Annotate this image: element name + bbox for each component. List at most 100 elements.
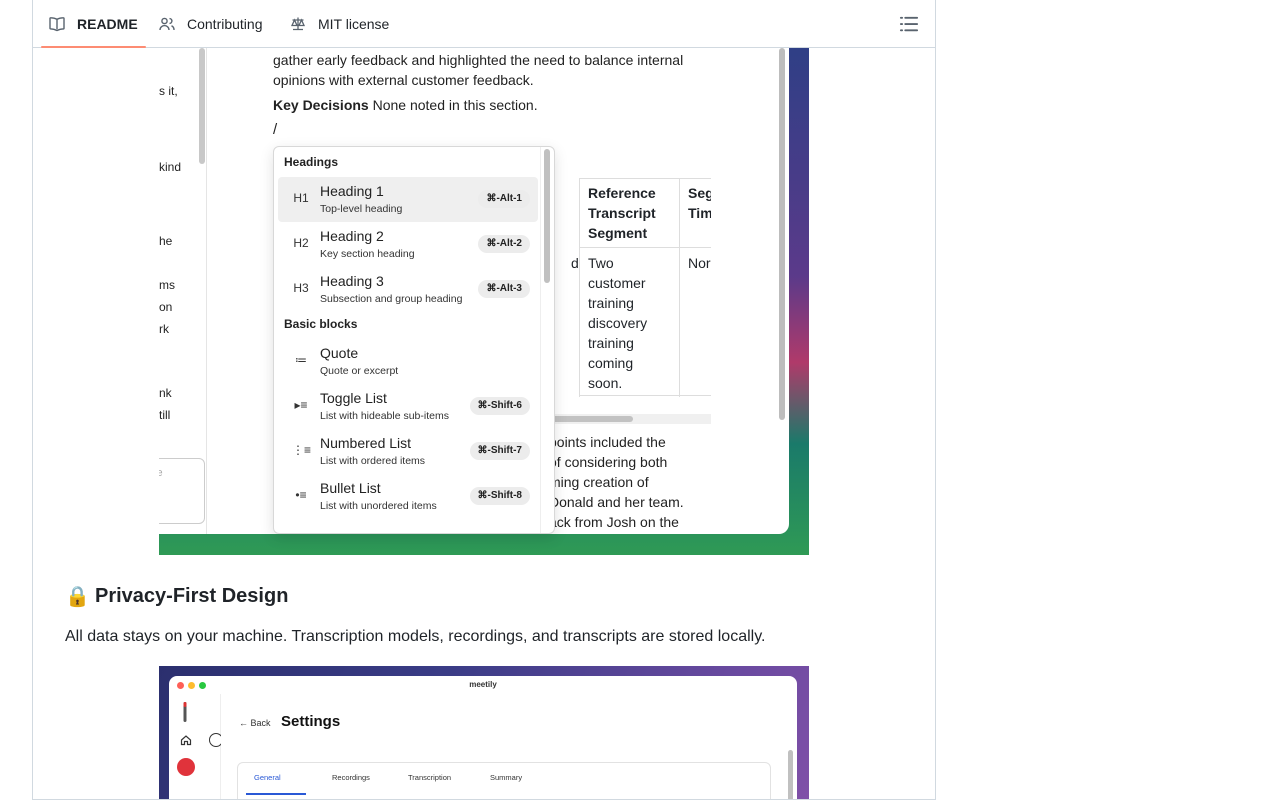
menu-section-headings: Headings	[284, 155, 339, 169]
settings-tabs-panel: General Recordings Transcription Summary	[237, 762, 771, 799]
tab-recordings[interactable]: Recordings	[332, 773, 370, 782]
key-decisions: Key Decisions None noted in this section…	[273, 95, 733, 115]
table-col: Seg Tim Nor	[679, 179, 711, 397]
doc-line: of considering both	[549, 454, 668, 470]
menu-item-heading-1[interactable]: H1 Heading 1 Top-level heading ⌘-Alt-1	[278, 177, 538, 222]
table-cell: d	[571, 255, 579, 271]
law-icon	[290, 17, 306, 30]
menu-item-heading-3[interactable]: H3 Heading 3 Subsection and group headin…	[278, 267, 538, 312]
menu-item-subtitle: Subsection and group heading	[320, 293, 463, 305]
menu-section-basic: Basic blocks	[284, 317, 358, 331]
pen-icon	[183, 702, 187, 722]
menu-item-quote[interactable]: ≔ Quote Quote or excerpt	[278, 339, 538, 384]
menu-item-toggle-list[interactable]: ▸≡ Toggle List List with hideable sub-it…	[278, 384, 538, 429]
doc-line: ack from Josh on the	[549, 514, 679, 530]
menu-item-subtitle: Top-level heading	[320, 203, 403, 215]
chat-fragment: s it,	[159, 84, 178, 98]
readme-tabbar: README Contributing MIT license	[33, 0, 935, 48]
tab-contributing-label: Contributing	[187, 15, 263, 32]
table-header: Seg Tim	[688, 185, 711, 221]
readme-container: README Contributing MIT license s it, ki…	[32, 0, 936, 800]
tab-contributing[interactable]: Contributing	[159, 0, 263, 47]
editor-scrollbar	[779, 48, 785, 420]
active-tab-underline	[246, 793, 306, 795]
table-cell: Nor	[688, 255, 711, 271]
chat-input: le	[159, 458, 205, 524]
privacy-description: All data stays on your machine. Transcri…	[65, 628, 766, 645]
tab-transcription[interactable]: Transcription	[408, 773, 451, 782]
toggle-list-icon: ▸≡	[294, 398, 308, 412]
list-icon[interactable]	[899, 14, 919, 34]
chat-scrollbar	[199, 48, 205, 164]
table-divider	[579, 247, 711, 248]
table-header: Reference Transcript Segment	[588, 185, 656, 241]
slash-command: /	[273, 121, 278, 138]
chat-fragment: on	[159, 300, 173, 314]
menu-item-title: Numbered List	[320, 435, 412, 451]
editor-screenshot: s it, kind he ms on rk nk till le gather…	[159, 48, 809, 555]
menu-scrollbar	[544, 149, 550, 283]
slash-menu: Headings H1 Heading 1 Top-level heading …	[273, 146, 555, 534]
menu-item-bullet-list[interactable]: •≡ Bullet List List with unordered items…	[278, 474, 538, 519]
people-icon	[159, 17, 175, 30]
tab-readme-label: README	[77, 15, 138, 32]
chat-fragment: kind	[159, 160, 182, 174]
key-decisions-label: Key Decisions	[273, 97, 369, 113]
menu-item-heading-2[interactable]: H2 Heading 2 Key section heading ⌘-Alt-2	[278, 222, 538, 267]
doc-line: Donald and her team.	[549, 494, 684, 510]
chat-input-placeholder: le	[159, 467, 163, 479]
settings-scrollbar	[788, 750, 793, 799]
tab-summary[interactable]: Summary	[490, 773, 522, 782]
home-icon	[180, 735, 192, 746]
quote-icon: ≔	[295, 353, 307, 367]
chat-fragment: rk	[159, 322, 169, 336]
numbered-list-icon: ⋮≡	[292, 443, 312, 457]
doc-line: ming creation of	[549, 474, 649, 490]
menu-item-subtitle: List with ordered items	[320, 455, 426, 467]
doc-line: points included the	[549, 434, 666, 450]
settings-screenshot: meetily ← Back Settings General Recordin…	[159, 666, 809, 799]
chat-panel: s it, kind he ms on rk nk till le	[159, 48, 207, 534]
tab-license[interactable]: MIT license	[290, 0, 389, 47]
chat-fragment: he	[159, 234, 173, 248]
tab-readme[interactable]: README	[41, 0, 146, 48]
heading-1-icon: H1	[293, 191, 309, 205]
menu-item-shortcut: ⌘-Shift-6	[469, 397, 530, 415]
editor-window: s it, kind he ms on rk nk till le gather…	[159, 48, 789, 534]
tab-general[interactable]: General	[254, 773, 281, 782]
menu-item-title: Heading 1	[320, 183, 384, 199]
table-col: Reference Transcript Segment Two custome…	[579, 179, 679, 397]
menu-item-title: Heading 2	[320, 228, 384, 244]
doc-paragraph-continued: points included the of considering both …	[549, 432, 709, 532]
heading-2-icon: H2	[293, 236, 309, 250]
microphone-icon	[177, 758, 195, 776]
menu-item-title: Toggle List	[320, 390, 387, 406]
menu-item-shortcut: ⌘-Shift-7	[469, 442, 530, 460]
menu-item-shortcut: ⌘-Alt-1	[478, 190, 530, 208]
table-cell: Two customer training discovery training…	[588, 255, 648, 391]
app-title: meetily	[469, 680, 497, 689]
heading-3-icon: H3	[293, 281, 309, 295]
privacy-heading: 🔒 Privacy-First Design	[65, 584, 288, 609]
settings-main: ← Back Settings General Recordings Trans…	[221, 694, 797, 799]
menu-item-shortcut: ⌘-Alt-2	[478, 235, 530, 253]
doc-paragraph: gather early feedback and highlighted th…	[273, 52, 684, 88]
book-icon	[49, 16, 65, 31]
settings-window: meetily ← Back Settings General Recordin…	[169, 676, 797, 799]
menu-item-subtitle: Key section heading	[320, 248, 415, 260]
app-sidebar	[169, 694, 223, 799]
table-scrollbar	[549, 414, 711, 424]
settings-title: Settings	[281, 713, 341, 730]
menu-item-title: Bullet List	[320, 480, 381, 496]
menu-item-numbered-list[interactable]: ⋮≡ Numbered List List with ordered items…	[278, 429, 538, 474]
tab-license-label: MIT license	[318, 15, 390, 32]
lock-icon: 🔒	[65, 586, 90, 608]
chat-fragment: till	[159, 408, 171, 422]
bullet-list-icon: •≡	[295, 488, 307, 502]
menu-item-subtitle: Quote or excerpt	[320, 365, 399, 377]
back-link[interactable]: ← Back	[239, 718, 271, 728]
menu-item-subtitle: List with unordered items	[320, 500, 437, 512]
back-label: Back	[250, 718, 271, 728]
menu-item-shortcut: ⌘-Shift-8	[469, 487, 530, 505]
menu-item-shortcut: ⌘-Alt-3	[478, 280, 530, 298]
